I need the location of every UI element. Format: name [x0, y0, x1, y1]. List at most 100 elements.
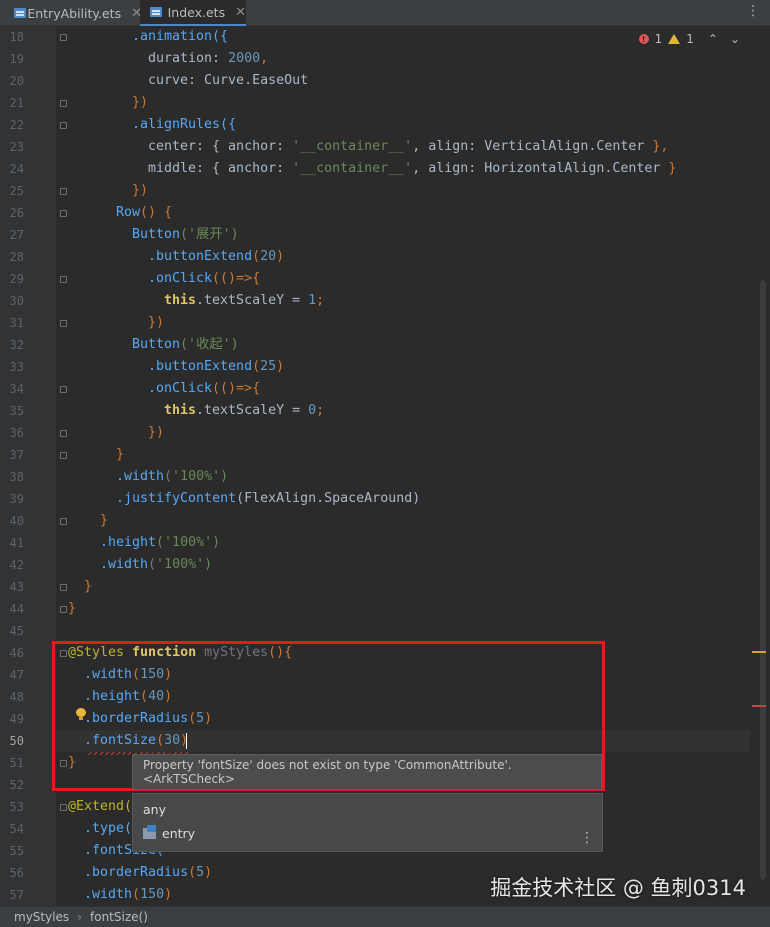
fold-marker-icon[interactable]: [60, 34, 67, 41]
line-number: 25: [9, 184, 24, 198]
fold-marker-icon[interactable]: [60, 210, 67, 217]
fold-marker-icon[interactable]: [60, 518, 67, 525]
fold-marker-icon[interactable]: [60, 452, 67, 459]
code-line: }: [116, 444, 124, 466]
code-token: middle: { anchor:: [148, 161, 293, 176]
line-number: 24: [9, 162, 24, 176]
breadcrumb-item[interactable]: fontSize(): [90, 910, 148, 924]
line-number: 52: [9, 778, 24, 792]
code-line: .width('100%'): [116, 466, 228, 488]
line-number-gutter: 18 19 20 21 22 23 24 25 26 27 28 29 30 31 32 33 34 35 36 37…: [0, 26, 56, 906]
line-number: 54: [9, 822, 24, 836]
code-line: center: { anchor: '__container__', align…: [148, 136, 668, 158]
line-number: 51: [9, 756, 24, 770]
code-token: .justifyContent: [116, 491, 237, 506]
line-number: 50: [9, 734, 24, 748]
fold-marker-icon[interactable]: [60, 804, 67, 811]
fold-marker-icon[interactable]: [60, 606, 67, 613]
line-number: 45: [9, 624, 24, 638]
code-token: center: { anchor:: [148, 139, 293, 154]
code-line: @Extend(: [68, 796, 132, 818]
package-icon: [143, 825, 156, 839]
code-line: }): [148, 422, 164, 444]
inspection-widget[interactable]: ! 1 1 ⌃ ⌄: [638, 32, 740, 46]
close-icon[interactable]: ✕: [235, 5, 246, 20]
chevron-down-icon[interactable]: ⌄: [730, 32, 740, 46]
code-line: Button('展开'): [132, 224, 239, 246]
line-number: 32: [9, 338, 24, 352]
ets-file-icon: [14, 7, 27, 19]
completion-item-label: any: [143, 802, 166, 817]
tab-index[interactable]: Index.ets ✕: [140, 0, 246, 26]
code-line: middle: { anchor: '__container__', align…: [148, 158, 676, 180]
fold-marker-icon[interactable]: [60, 100, 67, 107]
fold-marker-icon[interactable]: [60, 320, 67, 327]
completion-popup: any entry ⋮: [132, 793, 603, 852]
code-line: .height('100%'): [100, 532, 220, 554]
code-token: ('展开'): [180, 227, 239, 242]
fold-marker-icon[interactable]: [60, 122, 67, 129]
line-number: 44: [9, 602, 24, 616]
code-token: .buttonExtend: [148, 359, 253, 374]
tab-label: Index.ets: [167, 4, 226, 20]
tab-entryability[interactable]: EntryAbility.ets ✕: [8, 0, 142, 26]
code-token: ): [276, 249, 285, 264]
line-number: 46: [9, 646, 24, 660]
fold-marker-icon[interactable]: [60, 276, 67, 283]
code-token: ;: [316, 293, 325, 308]
code-token: this: [164, 293, 197, 308]
breadcrumb-item[interactable]: myStyles: [14, 910, 69, 924]
chevron-up-icon[interactable]: ⌃: [708, 32, 718, 46]
error-tooltip: Property 'fontSize' does not exist on ty…: [132, 754, 602, 790]
line-number: 26: [9, 206, 24, 220]
code-token: , align: HorizontalAlign.Center: [412, 161, 669, 176]
code-token: this: [164, 403, 197, 418]
fold-marker-icon[interactable]: [60, 584, 67, 591]
code-line: }: [84, 576, 92, 598]
code-token: }): [132, 183, 149, 198]
code-token: .animation({: [132, 29, 229, 44]
line-number: 43: [9, 580, 24, 594]
more-options-icon[interactable]: ⋮: [580, 830, 594, 846]
code-line: .animation({: [132, 26, 228, 48]
code-token: Button: [132, 227, 181, 242]
fold-marker-icon[interactable]: [60, 188, 67, 195]
code-line: }): [132, 92, 148, 114]
code-token: Row: [116, 205, 141, 220]
line-number: 35: [9, 404, 24, 418]
warning-marker[interactable]: [752, 651, 766, 653]
vertical-scrollbar[interactable]: [760, 280, 766, 880]
code-token: .type(: [84, 821, 133, 836]
line-number: 37: [9, 448, 24, 462]
code-token: '__container__': [292, 139, 413, 154]
code-token: .alignRules({: [132, 117, 237, 132]
code-line: this.textScaleY = 0;: [164, 400, 324, 422]
warning-count: 1: [686, 32, 694, 46]
error-marker[interactable]: [752, 705, 766, 707]
code-line: curve: Curve.EaseOut: [148, 70, 308, 92]
line-number: 22: [9, 118, 24, 132]
completion-item[interactable]: entry: [143, 825, 195, 841]
line-number: 31: [9, 316, 24, 330]
code-line: }): [148, 312, 164, 334]
code-token: 25: [260, 359, 277, 374]
line-number: 30: [9, 294, 24, 308]
completion-item[interactable]: any: [143, 802, 166, 817]
code-token: }): [148, 425, 165, 440]
code-line: .alignRules({: [132, 114, 236, 136]
code-token: .textScaleY =: [196, 293, 309, 308]
code-line: .type(: [84, 818, 132, 840]
code-token: ): [164, 887, 173, 902]
fold-marker-icon[interactable]: [60, 386, 67, 393]
line-number: 21: [9, 96, 24, 110]
code-line: .buttonExtend(25): [148, 356, 284, 378]
fold-marker-icon[interactable]: [60, 430, 67, 437]
code-token: }: [68, 601, 77, 616]
line-number: 34: [9, 382, 24, 396]
line-number: 56: [9, 866, 24, 880]
more-options-icon[interactable]: ⋮: [746, 3, 760, 19]
code-token: () {: [140, 205, 173, 220]
code-line: }: [68, 598, 76, 620]
line-number: 57: [9, 888, 24, 902]
line-number: 36: [9, 426, 24, 440]
